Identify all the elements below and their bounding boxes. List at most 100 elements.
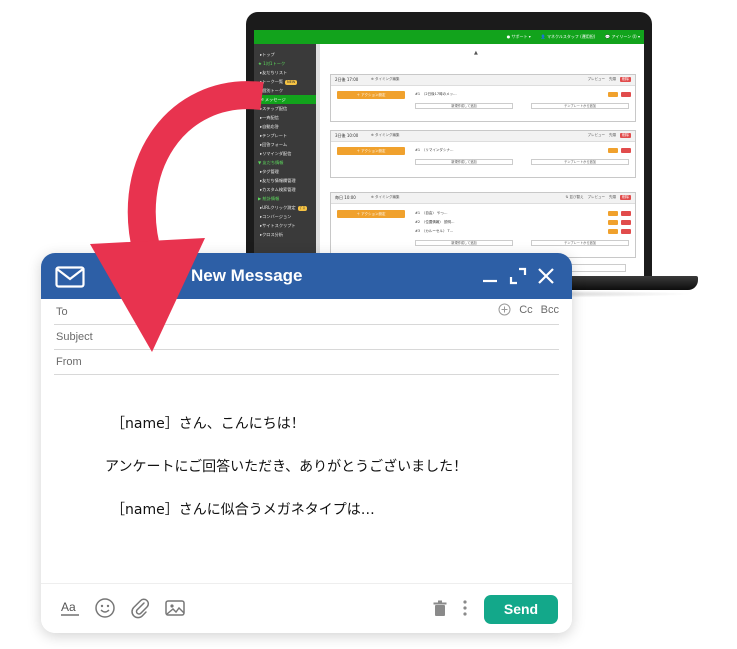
sidebar-item-label: ▸個別トーク [260, 88, 284, 93]
delete-button[interactable]: 削除 [620, 77, 631, 82]
close-icon[interactable] [535, 265, 557, 287]
delete-button[interactable]: 削除 [620, 133, 631, 138]
template-add-link[interactable]: テンプレートから追加 [531, 159, 629, 165]
template-add-link[interactable]: テンプレートから追加 [531, 103, 629, 109]
sidebar-item-label: ✉ メッセージ [260, 97, 286, 102]
recipient-options: Cc Bcc [498, 303, 559, 316]
sidebar-section[interactable]: ✉ メッセージ [254, 95, 316, 104]
action-setting-button[interactable]: ＋ アクション設定 [337, 147, 405, 155]
image-icon[interactable] [164, 597, 186, 619]
sidebar-scrollbar[interactable] [316, 44, 320, 278]
message-row[interactable]: #1 〈2日後17時のメッ… [415, 92, 457, 97]
action-setting-button[interactable]: ＋ アクション設定 [337, 91, 405, 99]
sidebar-item[interactable]: ▸リマインダ配信 [254, 149, 316, 158]
text-format-icon[interactable]: Aa [59, 597, 81, 619]
sidebar-item[interactable]: ▸URLクリック測定 ﾌﾟﾛ [254, 203, 316, 212]
sidebar-item[interactable]: ▸クロス分析 [254, 230, 316, 239]
more-icon[interactable] [454, 597, 476, 619]
remove-button[interactable] [621, 220, 631, 225]
remove-button[interactable] [621, 211, 631, 216]
message-row[interactable]: #1 〈リマインダシナ… [415, 148, 453, 153]
attachment-icon[interactable] [129, 597, 151, 619]
to-field[interactable]: To Cc Bcc [54, 300, 559, 325]
sidebar-item[interactable]: ▸トップ [254, 50, 316, 59]
preview-link[interactable]: プレビュー [588, 195, 606, 200]
sidebar-item[interactable]: ▸友だちリスト [254, 68, 316, 77]
sidebar-badge: ﾌﾟﾛ [297, 206, 307, 211]
create-new-link[interactable]: 新規作成して追加 [415, 103, 513, 109]
edit-button[interactable] [608, 220, 618, 225]
sidebar-item[interactable]: ▸ステップ配信 [254, 104, 316, 113]
action-setting-button[interactable]: ＋ アクション設定 [337, 210, 405, 218]
sidebar-item[interactable]: ▸カスタム検索管理 [254, 185, 316, 194]
message-row-actions [608, 92, 631, 97]
timing-title: 毎日 10:00 [335, 195, 356, 200]
add-recipient-icon[interactable] [498, 303, 511, 316]
message-row[interactable]: #3 〈カルーセル〉 T… [415, 229, 453, 234]
body-line-thanks: アンケートにご回答いただき、ありがとうございました！ [105, 459, 468, 475]
top-link[interactable]: 先頭 [609, 195, 616, 200]
edit-button[interactable] [608, 211, 618, 216]
sidebar-item[interactable]: ▸コンバージョン [254, 212, 316, 221]
message-row[interactable]: #2 〈位置情報〉 説明… [415, 220, 455, 225]
sidebar-item[interactable]: ▸タグ管理 [254, 167, 316, 176]
trash-icon[interactable] [429, 597, 451, 619]
timing-card-header: 3日後 10:00 ⊕ タイミング編集 プレビュー 先頭 削除 [331, 131, 635, 142]
sidebar-section[interactable]: ▼ 友だち情報 [254, 158, 316, 167]
sidebar-item-label: ▸テンプレート [260, 133, 288, 138]
send-button[interactable]: Send [484, 595, 558, 624]
delete-button[interactable]: 削除 [620, 195, 631, 200]
minimize-icon[interactable] [479, 265, 501, 287]
app-sidebar: ▸トップ ★ 1対1トーク ▸友だちリスト ▸トーク一覧 NEW ▸個別トーク ✉ メッセー… [254, 44, 316, 278]
preview-link[interactable]: プレビュー [588, 77, 606, 82]
sidebar-item[interactable]: ▸回答フォーム [254, 140, 316, 149]
sidebar-item[interactable]: ▸サイトスクリプト [254, 221, 316, 230]
sidebar-item[interactable]: ▸トーク一覧 NEW [254, 77, 316, 86]
subject-field[interactable]: Subject [54, 325, 559, 350]
remove-button[interactable] [621, 229, 631, 234]
remove-button[interactable] [621, 92, 631, 97]
create-new-link[interactable]: 新規作成して追加 [415, 240, 513, 246]
sidebar-item[interactable]: ▸自動応答 [254, 122, 316, 131]
ideas-menu[interactable]: 💬 アイリーン (I) ▾ [605, 34, 640, 40]
edit-button[interactable] [608, 229, 618, 234]
user-menu[interactable]: 👤 マネクルスタッフ (運用担) [541, 34, 596, 40]
sidebar-item-label: ▸URLクリック測定 [260, 205, 296, 210]
app-header: ● サポート ▾ 👤 マネクルスタッフ (運用担) 💬 アイリーン (I) ▾ [254, 30, 644, 44]
cc-button[interactable]: Cc [519, 304, 532, 316]
edit-button[interactable] [608, 148, 618, 153]
message-row[interactable]: #1 〈自由〉 やっ… [415, 211, 448, 216]
compose-title: New Message [191, 266, 303, 285]
emoji-icon[interactable] [94, 597, 116, 619]
sidebar-item-label: ▸ステップ配信 [260, 106, 288, 111]
template-add-link[interactable]: テンプレートから追加 [531, 240, 629, 246]
top-link[interactable]: 先頭 [609, 77, 616, 82]
reorder-link[interactable]: ⇅ 並び替え [565, 195, 583, 200]
timing-edit-link[interactable]: ⊕ タイミング編集 [371, 133, 400, 138]
message-row-actions [608, 220, 631, 225]
svg-text:Aa: Aa [61, 600, 76, 614]
preview-link[interactable]: プレビュー [588, 133, 606, 138]
sidebar-item-label: ▸自動応答 [260, 124, 279, 129]
timing-edit-link[interactable]: ⊕ タイミング編集 [371, 77, 400, 82]
sidebar-section[interactable]: ★ 1対1トーク [254, 59, 316, 68]
bcc-button[interactable]: Bcc [541, 304, 559, 316]
expand-icon[interactable] [507, 265, 529, 287]
timing-edit-link[interactable]: ⊕ タイミング編集 [371, 195, 400, 200]
subject-label: Subject [56, 331, 93, 343]
sidebar-item[interactable]: ▸友だち情報欄管理 [254, 176, 316, 185]
remove-button[interactable] [621, 148, 631, 153]
sidebar-item[interactable]: ▸一斉配信 [254, 113, 316, 122]
message-row-actions [608, 148, 631, 153]
sidebar-item[interactable]: ▸テンプレート [254, 131, 316, 140]
from-field[interactable]: From [54, 350, 559, 375]
top-link[interactable]: 先頭 [609, 133, 616, 138]
from-label: From [56, 356, 82, 368]
compose-window: New Message To Cc Bcc Subject From ［name… [41, 253, 572, 633]
sidebar-item[interactable]: ▸個別トーク [254, 86, 316, 95]
sidebar-section[interactable]: ▶ 統計情報 [254, 194, 316, 203]
message-row-actions [608, 211, 631, 216]
edit-button[interactable] [608, 92, 618, 97]
support-menu[interactable]: ● サポート ▾ [507, 34, 531, 40]
create-new-link[interactable]: 新規作成して追加 [415, 159, 513, 165]
